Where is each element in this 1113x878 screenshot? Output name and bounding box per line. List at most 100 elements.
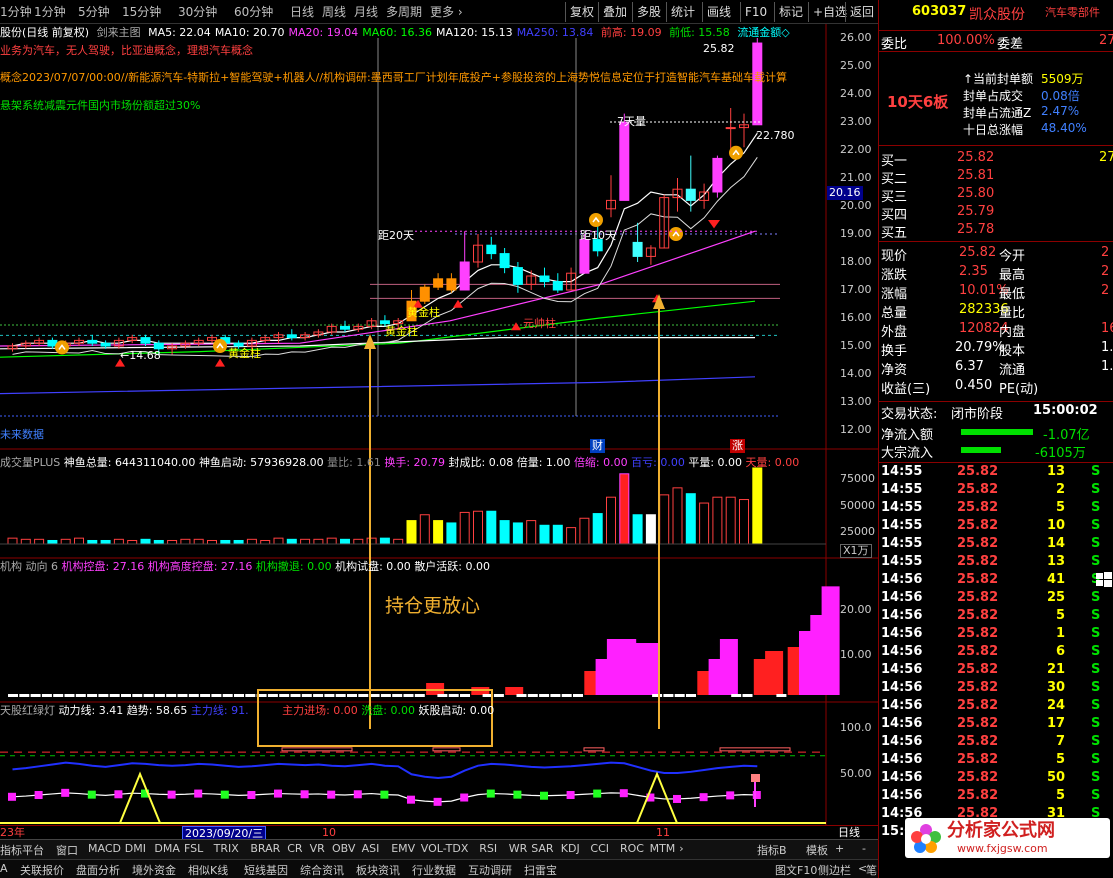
indicator-tab-10[interactable]: OBV bbox=[332, 842, 355, 855]
timeframe-5[interactable]: 60分钟 bbox=[234, 3, 273, 20]
traffic-light-name[interactable]: 天股红绿灯 bbox=[0, 704, 55, 717]
sector-tag[interactable]: 汽车零部件 bbox=[1045, 4, 1100, 20]
timeframe-0[interactable]: 1分钟 bbox=[0, 3, 32, 20]
tick-side: S bbox=[1091, 716, 1101, 731]
info-tab-6[interactable]: 综合资讯 bbox=[300, 862, 344, 878]
quote-row: 净资 6.37 流通 1. bbox=[879, 359, 1113, 378]
toolbar-button-4[interactable]: 画线 bbox=[702, 2, 735, 22]
tick-list[interactable]: 14:55 25.82 13 S 14:55 25.82 2 S 14:55 25.82 5 S 14:… bbox=[879, 462, 1113, 839]
indicator-name[interactable]: 剑来主图 bbox=[97, 26, 141, 39]
timeframe-2[interactable]: 5分钟 bbox=[78, 3, 110, 20]
indicator-tab-16[interactable]: SAR bbox=[531, 842, 553, 855]
toolbar-button-2[interactable]: 多股 bbox=[632, 2, 665, 22]
info-tab-3[interactable]: 境外资金 bbox=[132, 862, 176, 878]
volume-bar bbox=[113, 538, 124, 545]
toolbar-button-5[interactable]: F10 bbox=[740, 2, 771, 22]
info-tab-8[interactable]: 行业数据 bbox=[412, 862, 456, 878]
institution-baseline-dash bbox=[324, 694, 335, 697]
info-tab-1[interactable]: 关联报价 bbox=[20, 862, 64, 878]
inst-axis-1: 20.00 bbox=[840, 603, 872, 616]
timeframe-4[interactable]: 30分钟 bbox=[178, 3, 217, 20]
info-tab-5[interactable]: 短线基因 bbox=[244, 862, 288, 878]
info-tab-right-0[interactable]: 图文F10 bbox=[775, 862, 817, 878]
institution-baseline-dash bbox=[358, 694, 369, 697]
indicator-tab-6[interactable]: TRIX bbox=[214, 842, 239, 855]
timeframe-7[interactable]: 周线 bbox=[322, 3, 346, 20]
institution-baseline-dash bbox=[166, 694, 177, 697]
info-tab-right-3[interactable]: 笔 bbox=[866, 862, 877, 878]
indicator-tab-3[interactable]: DMI bbox=[125, 842, 146, 855]
indicator-tab-right-1[interactable]: 模板 bbox=[806, 842, 828, 858]
tick-volume: 13 bbox=[1047, 464, 1066, 479]
indicator-tab-right-2[interactable]: + bbox=[835, 842, 844, 855]
indicator-tab-right-0[interactable]: 指标B bbox=[757, 842, 787, 858]
finance-tag[interactable]: 财 bbox=[590, 439, 605, 453]
gold-bar-label-1: 黄金柱 bbox=[407, 306, 440, 319]
indicator-tab-0[interactable]: 指标平台 bbox=[0, 842, 44, 858]
bid-price: 25.78 bbox=[957, 222, 995, 237]
timeframe-1[interactable]: 1分钟 bbox=[34, 3, 66, 20]
bid-row[interactable]: 买三 25.80 bbox=[879, 186, 1113, 205]
indicator-tab-12[interactable]: EMV bbox=[391, 842, 415, 855]
timeframe-9[interactable]: 多周期 bbox=[386, 3, 422, 20]
timeframe-6[interactable]: 日线 bbox=[290, 3, 314, 20]
toolbar-button-0[interactable]: 复权 bbox=[565, 2, 598, 22]
indicator-tab-8[interactable]: CR bbox=[287, 842, 302, 855]
tick-volume: 14 bbox=[1047, 536, 1066, 551]
timeframe-3[interactable]: 15分钟 bbox=[122, 3, 161, 20]
status-value: 闭市阶段 bbox=[951, 407, 1004, 422]
institution-baseline-dash bbox=[527, 694, 538, 697]
indicator-tab-4[interactable]: DMA bbox=[154, 842, 180, 855]
toolbar-button-6[interactable]: 标记 bbox=[774, 2, 807, 22]
indicator-tab-2[interactable]: MACD bbox=[88, 842, 121, 855]
info-tab-7[interactable]: 板块资讯 bbox=[356, 862, 400, 878]
volume-bar bbox=[167, 539, 178, 545]
indicator-tab-13[interactable]: VOL-TDX bbox=[421, 842, 469, 855]
info-tab-4[interactable]: 相似K线 bbox=[188, 862, 228, 878]
indicator-tab-right-3[interactable]: - bbox=[862, 842, 866, 855]
candle bbox=[87, 334, 98, 346]
institution-indicator-name[interactable]: 机构 动向 6 bbox=[0, 560, 58, 573]
toolbar-button-1[interactable]: 叠加 bbox=[598, 2, 631, 22]
indicator-tab-19[interactable]: ROC bbox=[620, 842, 644, 855]
quote-label-2: 股本 bbox=[999, 344, 1026, 359]
timeframe-8[interactable]: 月线 bbox=[354, 3, 378, 20]
indicator-tab-20[interactable]: MTM bbox=[650, 842, 676, 855]
toolbar-button-3[interactable]: 统计 bbox=[666, 2, 699, 22]
indicator-tab-18[interactable]: CCI bbox=[590, 842, 609, 855]
institution-baseline-dash bbox=[75, 694, 86, 697]
indicator-tab-15[interactable]: WR bbox=[509, 842, 528, 855]
seal-stat-row: 封单占流通Z 2.47% bbox=[879, 104, 1113, 122]
info-tab-2[interactable]: 盘面分析 bbox=[76, 862, 120, 878]
toolbar-button-8[interactable]: 返回 bbox=[845, 2, 878, 22]
volume-indicator-name[interactable]: 成交量PLUS bbox=[0, 456, 60, 469]
info-tab-right-1[interactable]: 侧边栏 bbox=[818, 862, 851, 878]
quote-label-2: 量比 bbox=[999, 306, 1026, 321]
info-tab-0[interactable]: A bbox=[0, 862, 8, 875]
indicator-tab-21[interactable]: › bbox=[679, 842, 683, 855]
indicator-tab-5[interactable]: FSL bbox=[184, 842, 203, 855]
bid-row[interactable]: 买四 25.79 bbox=[879, 204, 1113, 223]
bid-price: 25.81 bbox=[957, 168, 995, 183]
institution-bar bbox=[821, 586, 840, 695]
indicator-tab-17[interactable]: KDJ bbox=[561, 842, 580, 855]
indicator-tab-1[interactable]: 窗口 bbox=[56, 842, 78, 858]
bid-price: 25.79 bbox=[957, 204, 995, 219]
bid-row[interactable]: 买一 25.82 27 bbox=[879, 150, 1113, 169]
institution-baseline-dash bbox=[313, 694, 324, 697]
period-label[interactable]: 日线 bbox=[838, 826, 860, 840]
info-tab-9[interactable]: 互动调研 bbox=[468, 862, 512, 878]
bid-row[interactable]: 买五 25.78 bbox=[879, 222, 1113, 241]
trend-dot bbox=[380, 790, 389, 799]
bid-row[interactable]: 买二 25.81 bbox=[879, 168, 1113, 187]
indicator-tab-9[interactable]: VR bbox=[310, 842, 325, 855]
indicator-tab-11[interactable]: ASI bbox=[362, 842, 380, 855]
candle bbox=[340, 320, 350, 332]
volume-bar bbox=[606, 496, 616, 545]
timeframe-10[interactable]: 更多 › bbox=[430, 3, 463, 20]
info-tab-10[interactable]: 扫雷宝 bbox=[524, 862, 557, 878]
volume-bar bbox=[20, 538, 31, 545]
indicator-tab-14[interactable]: RSI bbox=[479, 842, 497, 855]
rise-tag[interactable]: 涨 bbox=[730, 439, 745, 453]
indicator-tab-7[interactable]: BRAR bbox=[250, 842, 280, 855]
